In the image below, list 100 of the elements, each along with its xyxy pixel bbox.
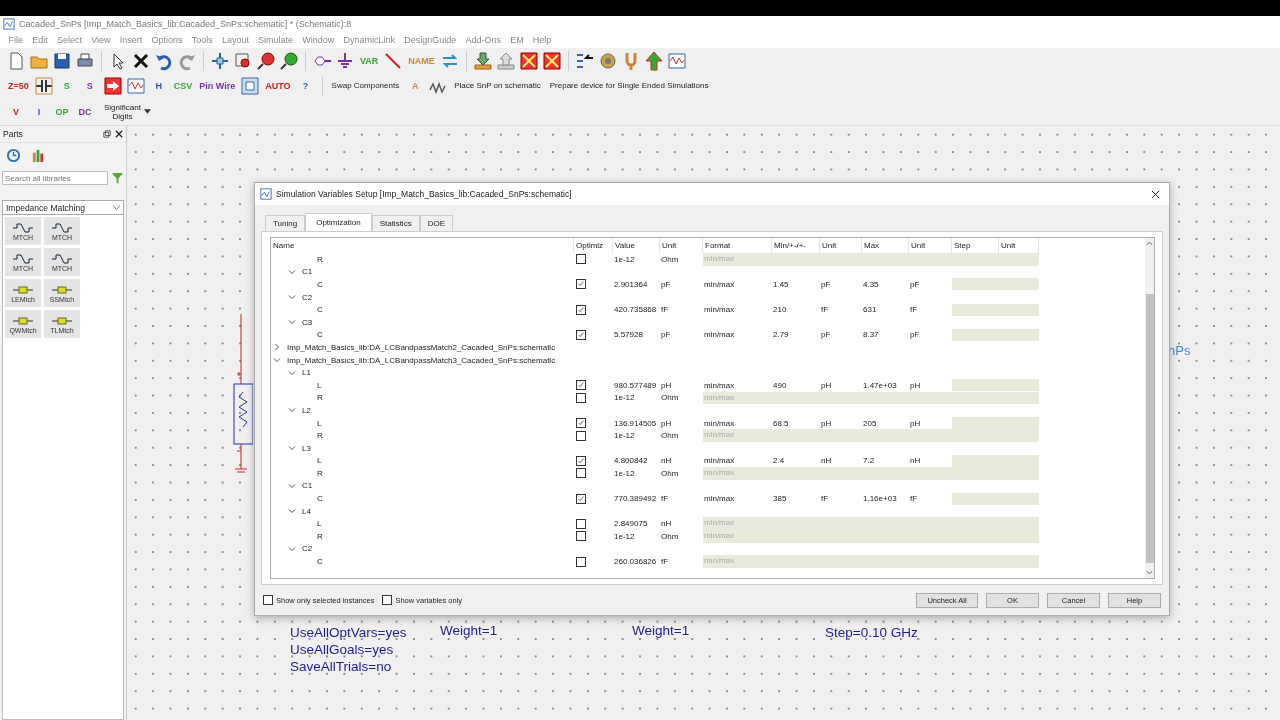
checkbox[interactable] bbox=[576, 329, 586, 340]
arrow-box-icon[interactable] bbox=[102, 75, 123, 96]
table-cell[interactable]: fF bbox=[820, 494, 862, 504]
table-cell[interactable]: pF bbox=[909, 280, 952, 289]
tree-label[interactable]: C bbox=[317, 494, 323, 504]
close-icon[interactable] bbox=[1151, 189, 1160, 199]
table-cell[interactable]: 490 bbox=[772, 380, 820, 390]
menu-item[interactable]: Edit bbox=[27, 35, 53, 45]
download-icon[interactable] bbox=[472, 50, 493, 71]
table-cell[interactable]: fF bbox=[909, 305, 952, 315]
tree-label[interactable]: L bbox=[317, 418, 322, 428]
gear-icon[interactable] bbox=[597, 50, 618, 71]
tree-label[interactable]: C1 bbox=[302, 267, 313, 277]
menu-item[interactable]: Simulate bbox=[253, 35, 298, 45]
tree-label[interactable]: R bbox=[317, 531, 323, 541]
menu-item[interactable]: File bbox=[4, 35, 28, 45]
column-header[interactable]: Name bbox=[271, 238, 574, 253]
tree-label[interactable]: Imp_Match_Basics_lib:DA_LCBandpassMatch3_Cacaded_SnPs:schematic bbox=[287, 355, 556, 365]
checkbox[interactable] bbox=[576, 304, 586, 315]
table-cell[interactable]: 4.35 bbox=[862, 280, 909, 289]
table-cell[interactable]: pH bbox=[909, 418, 952, 428]
tree-label[interactable]: C bbox=[317, 305, 323, 315]
filter-curve-icon[interactable] bbox=[12, 252, 34, 265]
toolbar-button[interactable]: DC bbox=[75, 101, 95, 122]
zoom-in-icon[interactable] bbox=[256, 50, 276, 71]
component-icon[interactable] bbox=[12, 283, 34, 296]
table-cell[interactable]: min/max bbox=[703, 494, 772, 504]
menu-item[interactable]: EM bbox=[505, 35, 529, 45]
up-arrow-icon[interactable] bbox=[643, 50, 664, 71]
toolbar-button[interactable]: AUTO bbox=[263, 75, 293, 96]
scrollbar[interactable] bbox=[1145, 238, 1154, 578]
menu-item[interactable]: Add-Ons bbox=[460, 35, 506, 45]
capacitor-icon[interactable] bbox=[33, 75, 54, 96]
table-cell[interactable]: 210 bbox=[772, 305, 820, 315]
table-cell[interactable]: 2.4 bbox=[772, 456, 820, 466]
close-icon[interactable] bbox=[115, 130, 123, 138]
tree-label[interactable]: C3 bbox=[302, 317, 313, 327]
menu-item[interactable]: Options bbox=[146, 35, 188, 45]
checkbox[interactable] bbox=[576, 430, 586, 441]
caret-icon[interactable] bbox=[143, 109, 151, 114]
table-cell[interactable]: pH bbox=[909, 380, 952, 390]
toolbar-button[interactable]: Pin Wire bbox=[197, 75, 238, 96]
library-dropdown[interactable]: Impedance Matching bbox=[2, 200, 124, 215]
toolbar-button[interactable]: Prepare device for Single Ended Simulations bbox=[546, 81, 712, 90]
checkbox[interactable] bbox=[576, 380, 586, 391]
checkbox[interactable] bbox=[576, 418, 586, 428]
toolbar-button[interactable]: Swap Components bbox=[328, 81, 403, 90]
checkbox[interactable] bbox=[576, 392, 586, 403]
checkbox[interactable] bbox=[576, 468, 586, 479]
checkbox[interactable] bbox=[576, 279, 586, 290]
menu-item[interactable]: DynamicLink bbox=[338, 35, 400, 45]
table-cell[interactable]: min/max bbox=[703, 305, 772, 315]
tree-label[interactable]: Imp_Match_Basics_lib:DA_LCBandpassMatch2_Cacaded_SnPs:schematic bbox=[287, 342, 556, 352]
table-cell[interactable]: 68.5 bbox=[772, 418, 820, 428]
table-cell[interactable]: 1.45 bbox=[772, 280, 820, 289]
table-cell[interactable]: min/max bbox=[703, 330, 772, 340]
table-cell[interactable]: min/max bbox=[703, 380, 772, 390]
table-cell[interactable]: 385 bbox=[772, 494, 820, 504]
toolbar-button[interactable]: Place SnP on schematic bbox=[451, 81, 544, 90]
table-cell[interactable]: pF bbox=[909, 330, 952, 340]
toolbar-button[interactable]: S bbox=[79, 75, 100, 96]
component-icon[interactable] bbox=[12, 314, 34, 327]
ground-icon[interactable] bbox=[335, 50, 355, 71]
menu-item[interactable]: Help bbox=[528, 35, 556, 45]
component-icon[interactable] bbox=[51, 283, 73, 296]
tree-label[interactable]: C2 bbox=[302, 544, 313, 554]
tree-label[interactable]: L2 bbox=[302, 405, 311, 415]
checkbox[interactable] bbox=[576, 531, 586, 542]
checkbox[interactable] bbox=[576, 493, 586, 504]
table-cell[interactable]: min/max bbox=[703, 456, 772, 466]
table-cell[interactable]: pF bbox=[820, 280, 862, 289]
menu-item[interactable]: View bbox=[86, 35, 116, 45]
tree-label[interactable]: C bbox=[317, 557, 323, 567]
menu-item[interactable]: Insert bbox=[115, 35, 147, 45]
library-icon[interactable] bbox=[31, 148, 46, 163]
filter-icon[interactable] bbox=[112, 172, 123, 184]
float-icon[interactable] bbox=[103, 130, 111, 138]
filter-curve-icon[interactable] bbox=[51, 221, 73, 234]
toolbar-button[interactable]: I bbox=[29, 101, 49, 122]
tree-label[interactable]: L3 bbox=[302, 443, 311, 453]
table-cell[interactable]: 7.2 bbox=[862, 456, 909, 466]
table-cell[interactable]: pH bbox=[820, 418, 862, 428]
table-cell[interactable]: min/max bbox=[703, 280, 772, 289]
scroll-up-icon[interactable] bbox=[1146, 241, 1153, 246]
tree-label[interactable]: R bbox=[317, 431, 323, 441]
tree-label[interactable]: L1 bbox=[302, 368, 311, 378]
toolbar-button[interactable]: Z=50 bbox=[6, 75, 31, 96]
menu-item[interactable]: Layout bbox=[217, 35, 254, 45]
menu-item[interactable]: Select bbox=[52, 35, 87, 45]
filter-curve-icon[interactable] bbox=[51, 252, 73, 265]
table-cell[interactable]: fF bbox=[909, 494, 952, 504]
upload-icon[interactable] bbox=[495, 50, 516, 71]
tree-label[interactable]: C bbox=[317, 280, 323, 289]
table-cell[interactable]: pF bbox=[820, 330, 862, 340]
tree-label[interactable]: R bbox=[317, 393, 323, 403]
column-header[interactable]: Optimiz bbox=[574, 238, 613, 253]
column-header[interactable]: Unit bbox=[660, 238, 703, 253]
filter-curve-icon[interactable] bbox=[12, 221, 34, 234]
checkbox[interactable] bbox=[576, 556, 586, 567]
checkbox[interactable] bbox=[263, 595, 273, 605]
